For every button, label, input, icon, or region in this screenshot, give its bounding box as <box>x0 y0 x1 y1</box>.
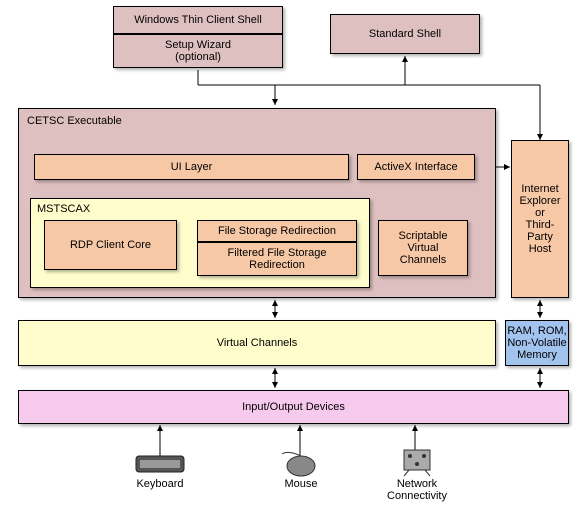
io-devices: Input/Output Devices <box>18 390 569 424</box>
standard-shell: Standard Shell <box>330 14 480 54</box>
setup-wizard: Setup Wizard (optional) <box>113 34 283 68</box>
setup-label: Setup Wizard (optional) <box>165 39 231 63</box>
virtual-channels-label: Virtual Channels <box>217 337 298 349</box>
scriptable-label: Scriptable Virtual Channels <box>399 230 448 266</box>
internet-explorer-host: Internet Explorer or Third- Party Host <box>511 140 569 298</box>
ie-label: Internet Explorer or Third- Party Host <box>520 183 561 255</box>
activex-label: ActiveX Interface <box>374 161 457 173</box>
activex-interface: ActiveX Interface <box>357 154 475 180</box>
network-icon <box>400 446 434 478</box>
mouse-icon <box>278 448 324 478</box>
cetsc-title: CETSC Executable <box>27 115 122 127</box>
io-label: Input/Output Devices <box>242 401 345 413</box>
mouse-label: Mouse <box>278 478 324 490</box>
keyboard-label: Keyboard <box>132 478 188 490</box>
keyboard-icon <box>132 448 188 476</box>
virtual-channels: Virtual Channels <box>18 320 496 366</box>
ui-layer: UI Layer <box>34 154 349 180</box>
mstscax-title: MSTSCAX <box>37 203 90 215</box>
ram-label: RAM, ROM, Non-Volatile Memory <box>507 325 566 361</box>
standard-label: Standard Shell <box>369 28 441 40</box>
scriptable-virtual-channels: Scriptable Virtual Channels <box>378 220 468 276</box>
network-label: Network Connectivity <box>384 478 450 502</box>
rdp-core-label: RDP Client Core <box>70 239 151 251</box>
file-storage-redirection: File Storage Redirection <box>197 220 357 242</box>
windows-thin-client-shell: Windows Thin Client Shell <box>113 6 283 34</box>
filtered-file-storage-redirection: Filtered File Storage Redirection <box>197 242 357 276</box>
ui-layer-label: UI Layer <box>171 161 213 173</box>
rdp-client-core: RDP Client Core <box>44 220 177 270</box>
file-redir-label: File Storage Redirection <box>218 225 336 237</box>
filtered-redir-label: Filtered File Storage Redirection <box>227 247 326 271</box>
ram-rom-memory: RAM, ROM, Non-Volatile Memory <box>505 320 569 366</box>
wtcs-label: Windows Thin Client Shell <box>134 14 262 26</box>
